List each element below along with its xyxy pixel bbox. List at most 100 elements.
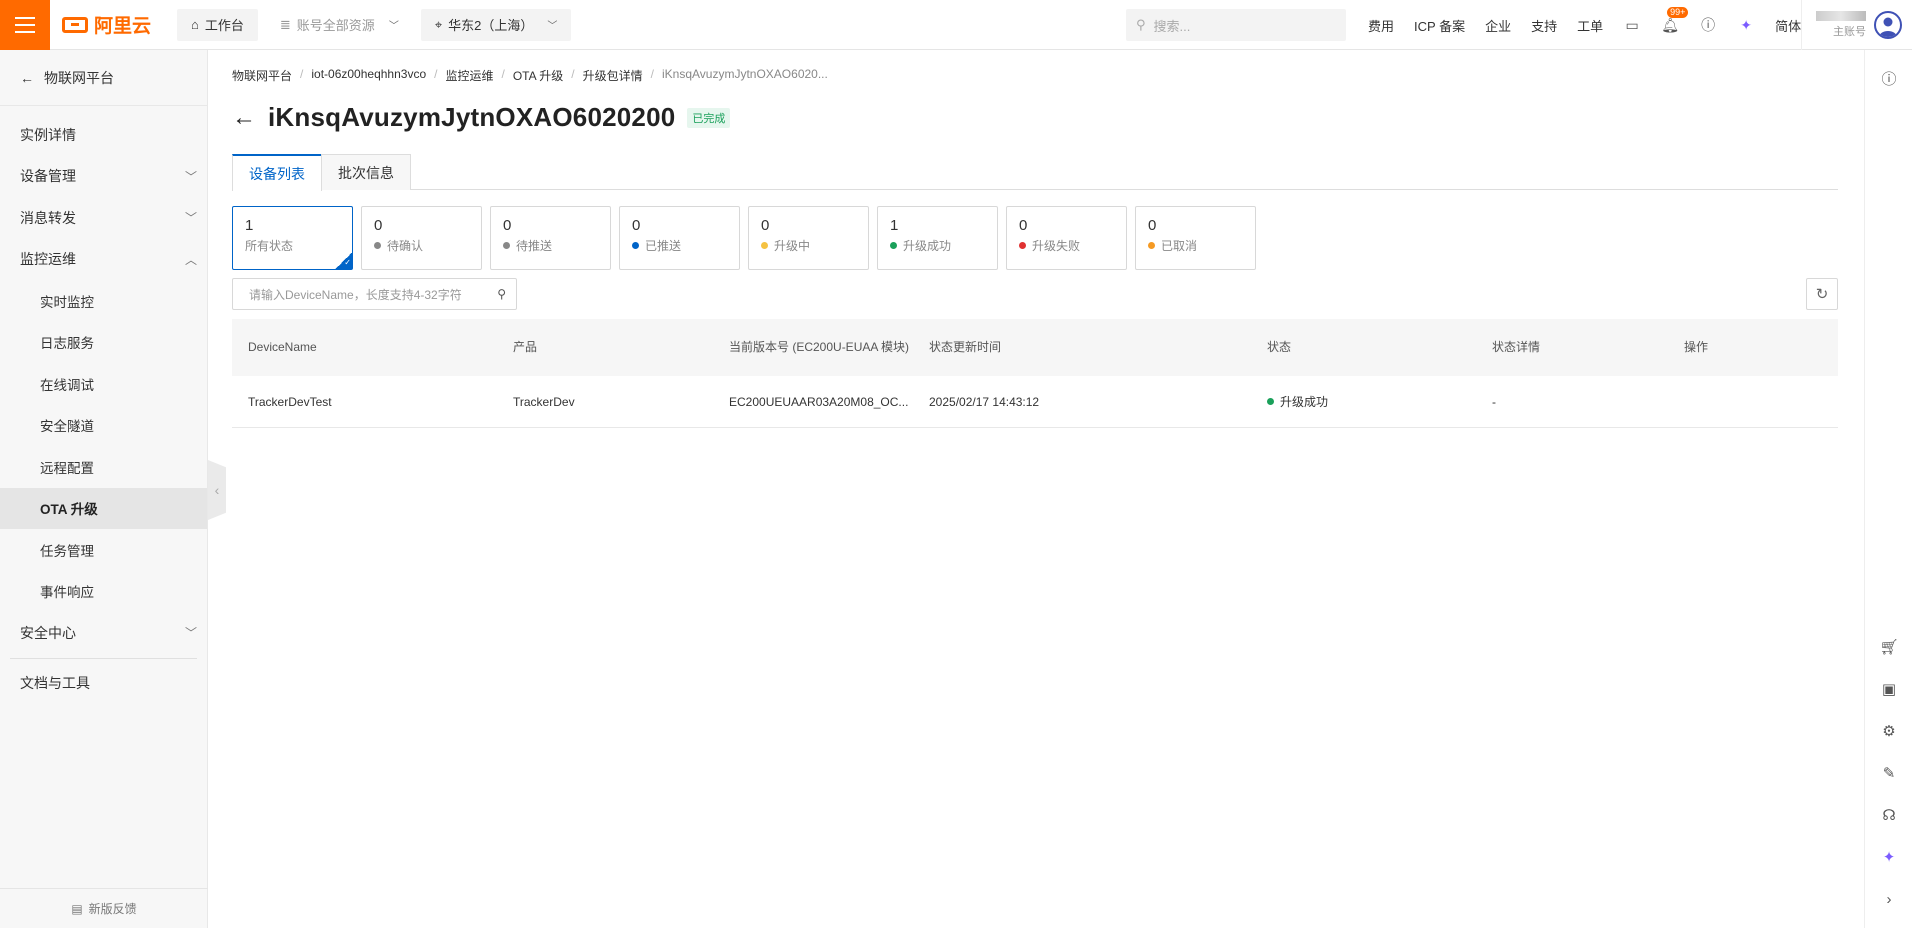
chevron-down-icon: ﹀ [184, 211, 197, 226]
feedback-button[interactable]: ▤ 新版反馈 [0, 888, 208, 928]
breadcrumb-item[interactable]: 监控运维 [445, 67, 493, 84]
status-label: 已取消 [1161, 239, 1198, 253]
sidebar-item[interactable]: 消息转发 ﹀ [0, 197, 207, 239]
sidebar-item[interactable]: 事件响应 [0, 571, 207, 613]
workbench-button[interactable]: ⌂ 工作台 [177, 8, 258, 41]
edit-icon[interactable]: ✎ [1877, 761, 1901, 785]
tab-device-list[interactable]: 设备列表 [232, 154, 322, 191]
device-name-cell: TrackerDevTest [248, 394, 332, 409]
refresh-button[interactable]: ↻ [1806, 278, 1838, 310]
language-switch[interactable]: 简体 [1775, 16, 1801, 35]
sidebar-item-label: 远程配置 [40, 460, 94, 476]
sidebar-collapse-handle[interactable]: ‹ [208, 460, 226, 520]
menu-button[interactable] [0, 0, 50, 50]
sidebar-item-label: OTA 升级 [40, 502, 98, 518]
table-header: DeviceName 产品 当前版本号 (EC200U-EUAA 模块) 状态更… [232, 319, 1838, 376]
status-detail-cell: - [1492, 394, 1496, 409]
status-filter-card[interactable]: 0 待确认 [361, 206, 482, 270]
logo-icon [62, 16, 88, 33]
sidebar-item-label: 安全中心 [20, 624, 76, 641]
sidebar-item[interactable]: 监控运维 ︿ [0, 239, 207, 281]
ai-assistant-icon[interactable]: ✦ [1877, 845, 1901, 869]
status-filter-card[interactable]: 1 升级成功 [877, 206, 998, 270]
ai-assistant-icon[interactable]: ✦ [1737, 16, 1755, 34]
sidebar-item[interactable]: 实时监控 [0, 280, 207, 322]
status-filter-card[interactable]: 0 升级失败 [1006, 206, 1127, 270]
link-billing[interactable]: 费用 [1368, 16, 1394, 35]
customer-service-icon[interactable]: ☊ [1877, 803, 1901, 827]
chevron-down-icon: ﹀ [184, 626, 197, 641]
status-label-row: 升级中 [761, 237, 856, 254]
sidebar-back-button[interactable]: ← 物联网平台 [0, 50, 207, 106]
status-count: 1 [245, 217, 254, 234]
settings-icon[interactable]: ⚙ [1877, 719, 1901, 743]
breadcrumb-separator: / [434, 67, 438, 81]
status-filter-card[interactable]: 0 已取消 [1135, 206, 1256, 270]
status-dot-icon [890, 242, 897, 249]
breadcrumb-item[interactable]: OTA 升级 [513, 67, 563, 84]
location-icon: ⌖ [434, 16, 443, 32]
refresh-icon: ↻ [1815, 286, 1829, 303]
status-count: 0 [761, 217, 770, 234]
status-filter-card[interactable]: 1 所有状态 [232, 206, 353, 270]
breadcrumb-item[interactable]: 升级包详情 [583, 67, 643, 84]
column-header: 状态更新时间 [929, 340, 1002, 354]
sidebar-item[interactable]: 文档与工具 [0, 663, 207, 705]
status-dot-icon [1019, 242, 1026, 249]
status-dot-icon [761, 242, 768, 249]
chevron-up-icon: ︿ [184, 252, 197, 267]
sidebar-item-label: 设备管理 [20, 168, 76, 185]
help-icon[interactable]: ⓘ [1877, 66, 1901, 90]
status-label-row: 已取消 [1148, 237, 1243, 254]
column-header: 状态 [1267, 340, 1292, 354]
device-name-search-input[interactable]: 请输入DeviceName，长度支持4-32字符 ⚲ [232, 278, 517, 310]
link-icp[interactable]: ICP 备案 [1414, 16, 1465, 35]
help-icon[interactable]: ⓘ [1699, 16, 1717, 34]
account-role: 主账号 [1833, 26, 1866, 38]
chevron-right-icon[interactable]: › [1877, 887, 1901, 911]
device-table: DeviceName 产品 当前版本号 (EC200U-EUAA 模块) 状态更… [232, 319, 1838, 428]
sidebar-item-label: 消息转发 [20, 209, 76, 226]
sidebar-item[interactable]: 设备管理 ﹀ [0, 156, 207, 198]
sidebar-divider [10, 657, 197, 659]
sidebar-item[interactable]: 任务管理 [0, 529, 207, 571]
back-arrow-icon[interactable]: ← [232, 104, 256, 132]
breadcrumb-separator: / [650, 67, 654, 81]
breadcrumb-item[interactable]: iot-06z00heqhhn3vco [311, 67, 426, 84]
link-support[interactable]: 支持 [1531, 16, 1557, 35]
bell-icon[interactable]: 🔔︎ 99+ [1661, 7, 1689, 34]
status-count: 0 [1148, 217, 1157, 234]
ai-chip-icon[interactable]: ▣ [1877, 677, 1901, 701]
status-label-row: 升级成功 [890, 237, 985, 254]
status-label-row: 待推送 [503, 237, 598, 254]
sidebar-item[interactable]: 日志服务 [0, 322, 207, 364]
account-name-redacted [1816, 11, 1866, 25]
global-search-input[interactable]: ⚲ 搜索... [1126, 9, 1346, 41]
sidebar-item-label: 实例详情 [20, 126, 76, 143]
sidebar-item[interactable]: 在线调试 [0, 363, 207, 405]
status-dot-icon [503, 242, 510, 249]
sidebar-item[interactable]: 安全中心 ﹀ [0, 612, 207, 654]
account-resources-dropdown[interactable]: ≣ 账号全部资源 ﹀ [265, 8, 413, 41]
logo[interactable]: 阿里云 [50, 0, 169, 50]
account-menu[interactable]: 主账号 [1801, 0, 1902, 50]
region-dropdown[interactable]: ⌖ 华东2（上海） ﹀ [420, 8, 572, 41]
status-dot-icon [1267, 398, 1274, 405]
status-count: 0 [632, 217, 641, 234]
cart-icon[interactable]: 🛒︎ [1877, 635, 1901, 659]
status-filter-card[interactable]: 0 升级中 [748, 206, 869, 270]
link-ticket[interactable]: 工单 [1577, 16, 1603, 35]
breadcrumb-item[interactable]: 物联网平台 [232, 67, 292, 84]
breadcrumb-separator: / [571, 67, 575, 81]
sidebar-item[interactable]: 安全隧道 [0, 405, 207, 447]
status-filter-card[interactable]: 0 待推送 [490, 206, 611, 270]
status-filter-card[interactable]: 0 已推送 [619, 206, 740, 270]
sidebar-item[interactable]: 实例详情 [0, 114, 207, 156]
sidebar-item[interactable]: 远程配置 [0, 446, 207, 488]
link-enterprise[interactable]: 企业 [1485, 16, 1511, 35]
sidebar-item[interactable]: OTA 升级 [0, 487, 207, 529]
breadcrumb: 物联网平台 / iot-06z00heqhhn3vco / 监控运维 / OTA 升级 / 升级… [232, 67, 828, 84]
terminal-icon[interactable]: ▭ [1623, 16, 1641, 34]
status-label-row: 所有状态 [245, 237, 340, 254]
tab-batch-info[interactable]: 批次信息 [321, 154, 411, 190]
